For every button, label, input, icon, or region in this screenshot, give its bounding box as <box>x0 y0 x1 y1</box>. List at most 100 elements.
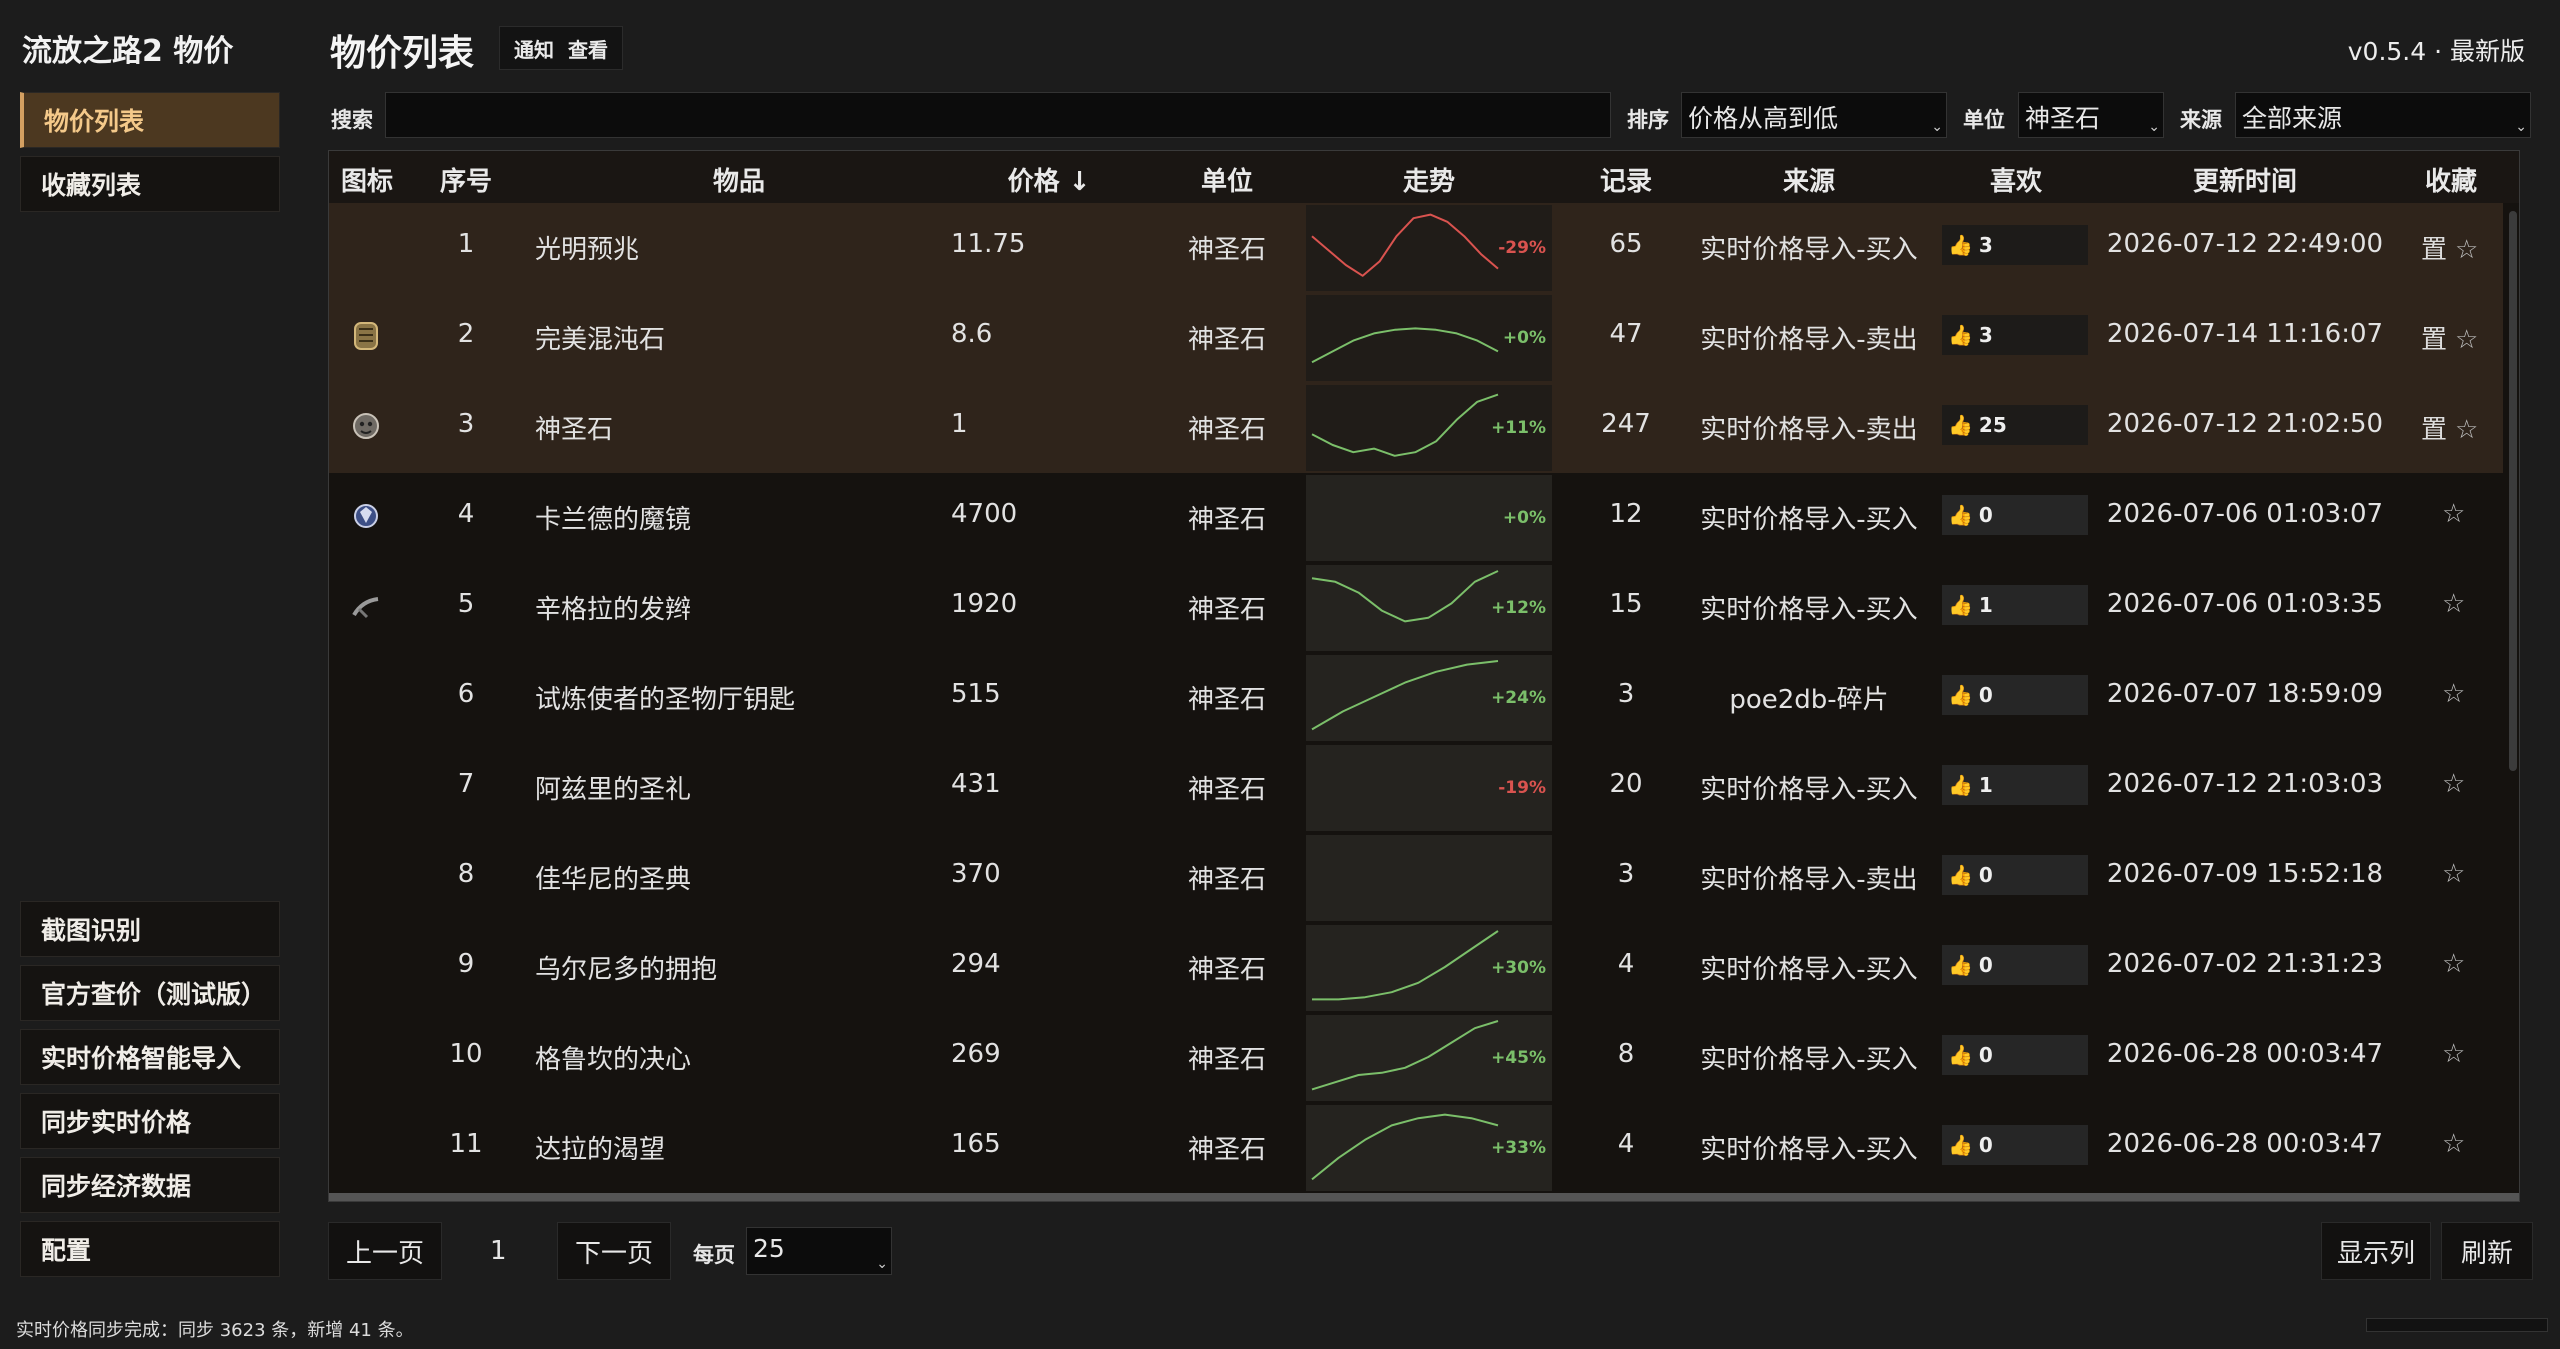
per-page-label: 每页 <box>693 1243 735 1267</box>
col-unit[interactable]: 单位 <box>1201 161 1253 198</box>
record-count: 47 <box>1609 319 1643 349</box>
next-page-button[interactable]: 下一页 <box>557 1222 671 1280</box>
item-unit: 神圣石 <box>1187 685 1267 715</box>
like-button[interactable]: 👍 0 <box>1942 945 2088 985</box>
prev-page-button[interactable]: 上一页 <box>328 1222 442 1280</box>
app-title: 流放之路2 物价 <box>22 34 234 69</box>
unit-select[interactable]: 神圣石 ⌄ <box>2018 92 2164 138</box>
pin-button[interactable]: 置 <box>2421 325 2447 355</box>
row-index: 1 <box>457 229 475 259</box>
star-icon[interactable]: ☆ <box>2455 415 2478 445</box>
trend-percent: +30% <box>1491 958 1546 978</box>
like-icon: 👍 <box>1948 1043 1973 1067</box>
col-index: 序号 <box>439 167 493 197</box>
star-icon[interactable]: ☆ <box>2455 235 2478 265</box>
price-table: 图标 序号 物品 价格 ↓ 单位 走势 记录 来源 喜欢 更新时间 收藏 1 光明… <box>328 150 2520 1202</box>
col-item[interactable]: 物品 <box>713 161 765 198</box>
table-row[interactable]: 2 完美混沌石 8.6 神圣石 +0% 47 实时价格导入-卖出 👍 3 2026-07-14 1… <box>329 293 2503 383</box>
item-name[interactable]: 辛格拉的发辫 <box>535 589 691 626</box>
trend-polyline <box>1311 660 1499 731</box>
item-name[interactable]: 卡兰德的魔镜 <box>535 499 691 536</box>
col-source[interactable]: 来源 <box>1783 161 1835 198</box>
item-name[interactable]: 佳华尼的圣典 <box>535 859 691 896</box>
trend-sparkline: +33% <box>1306 1105 1552 1191</box>
nav-official-price[interactable]: 官方查价（测试版） <box>20 965 280 1021</box>
sort-select[interactable]: 价格从高到低 ⌄ <box>1681 92 1947 138</box>
pin-button[interactable]: 置 <box>2421 235 2447 265</box>
table-row[interactable]: 9 乌尔尼多的拥抱 294 神圣石 +30% 4 实时价格导入-买入 👍 0 2026-07-02… <box>329 923 2503 1013</box>
per-page-select[interactable]: 25 ⌄ <box>746 1227 892 1275</box>
item-name[interactable]: 光明预兆 <box>535 229 639 266</box>
item-unit: 神圣石 <box>1187 955 1267 985</box>
star-icon[interactable]: ☆ <box>2455 325 2478 355</box>
like-button[interactable]: 👍 25 <box>1942 405 2088 445</box>
trend-polyline <box>1312 930 1499 1001</box>
like-button[interactable]: 👍 0 <box>1942 1035 2088 1075</box>
like-button[interactable]: 👍 0 <box>1942 855 2088 895</box>
like-icon: 👍 <box>1948 503 1973 527</box>
notify-view-button[interactable]: 通知 查看 <box>499 26 623 70</box>
vertical-scrollbar[interactable] <box>2509 211 2517 771</box>
star-icon[interactable]: ☆ <box>2442 949 2465 979</box>
star-icon[interactable]: ☆ <box>2442 1039 2465 1069</box>
like-button[interactable]: 👍 1 <box>1942 765 2088 805</box>
col-updated[interactable]: 更新时间 <box>2193 161 2297 198</box>
show-columns-button[interactable]: 显示列 <box>2321 1222 2431 1280</box>
horizontal-scrollbar[interactable] <box>329 1193 2519 1201</box>
col-records[interactable]: 记录 <box>1600 161 1652 198</box>
refresh-button[interactable]: 刷新 <box>2441 1222 2533 1280</box>
star-icon[interactable]: ☆ <box>2442 1129 2465 1159</box>
trend-percent: -19% <box>1498 778 1546 798</box>
table-row[interactable]: 4 卡兰德的魔镜 4700 神圣石 +0% 12 实时价格导入-买入 👍 0 2026-07-06… <box>329 473 2503 563</box>
item-name[interactable]: 达拉的渴望 <box>535 1129 665 1166</box>
item-unit: 神圣石 <box>1187 1045 1267 1075</box>
nav-screenshot-recognize[interactable]: 截图识别 <box>20 901 280 957</box>
per-page-value: 25 <box>753 1234 785 1263</box>
like-icon: 👍 <box>1948 413 1973 437</box>
favorite-cell: ☆ <box>2442 1129 2465 1159</box>
nav-price-list[interactable]: 物价列表 <box>20 92 280 148</box>
source-label: 来源 <box>2180 108 2222 132</box>
star-icon[interactable]: ☆ <box>2442 499 2465 529</box>
table-row[interactable]: 10 格鲁坎的决心 269 神圣石 +45% 8 实时价格导入-买入 👍 0 2026-06-28… <box>329 1013 2503 1103</box>
table-row[interactable]: 5 辛格拉的发辫 1920 神圣石 +12% 15 实时价格导入-买入 👍 1 2026-07-0… <box>329 563 2503 653</box>
trend-sparkline: +24% <box>1306 655 1552 741</box>
like-count: 3 <box>1978 233 1993 257</box>
like-button[interactable]: 👍 0 <box>1942 495 2088 535</box>
source-select[interactable]: 全部来源 ⌄ <box>2235 92 2531 138</box>
chevron-down-icon: ⌄ <box>2148 119 2160 135</box>
nav-favorites[interactable]: 收藏列表 <box>20 156 280 212</box>
star-icon[interactable]: ☆ <box>2442 679 2465 709</box>
trend-percent: -29% <box>1498 238 1546 258</box>
table-row[interactable]: 7 阿兹里的圣礼 431 神圣石 -19% 20 实时价格导入-买入 👍 1 2026-07-12… <box>329 743 2503 833</box>
like-button[interactable]: 👍 0 <box>1942 675 2088 715</box>
like-button[interactable]: 👍 3 <box>1942 315 2088 355</box>
item-name[interactable]: 完美混沌石 <box>535 319 665 356</box>
like-button[interactable]: 👍 3 <box>1942 225 2088 265</box>
star-icon[interactable]: ☆ <box>2442 859 2465 889</box>
nav-sync-economy[interactable]: 同步经济数据 <box>20 1157 280 1213</box>
col-price[interactable]: 价格 ↓ <box>1008 161 1091 198</box>
star-icon[interactable]: ☆ <box>2442 769 2465 799</box>
like-button[interactable]: 👍 0 <box>1942 1125 2088 1165</box>
like-button[interactable]: 👍 1 <box>1942 585 2088 625</box>
item-name[interactable]: 神圣石 <box>535 409 613 446</box>
col-likes[interactable]: 喜欢 <box>1990 161 2042 198</box>
table-row[interactable]: 3 神圣石 1 神圣石 +11% 247 实时价格导入-卖出 👍 25 2026-07-12 21… <box>329 383 2503 473</box>
pin-button[interactable]: 置 <box>2421 415 2447 445</box>
item-name[interactable]: 试炼使者的圣物厅钥匙 <box>535 679 795 716</box>
item-name[interactable]: 格鲁坎的决心 <box>535 1039 691 1076</box>
record-count: 247 <box>1601 409 1651 439</box>
search-input[interactable] <box>385 92 1611 138</box>
table-row[interactable]: 6 试炼使者的圣物厅钥匙 515 神圣石 +24% 3 poe2db-碎片 👍 0 2026-07… <box>329 653 2503 743</box>
item-name[interactable]: 阿兹里的圣礼 <box>535 769 691 806</box>
nav-sync-realtime[interactable]: 同步实时价格 <box>20 1093 280 1149</box>
star-icon[interactable]: ☆ <box>2442 589 2465 619</box>
like-count: 0 <box>1978 953 1993 977</box>
nav-smart-import[interactable]: 实时价格智能导入 <box>20 1029 280 1085</box>
table-row[interactable]: 1 光明预兆 11.75 神圣石 -29% 65 实时价格导入-买入 👍 3 2026-07-12… <box>329 203 2503 293</box>
item-name[interactable]: 乌尔尼多的拥抱 <box>535 949 717 986</box>
nav-config[interactable]: 配置 <box>20 1221 280 1277</box>
table-row[interactable]: 11 达拉的渴望 165 神圣石 +33% 4 实时价格导入-买入 👍 0 2026-06-28 … <box>329 1103 2503 1193</box>
table-row[interactable]: 8 佳华尼的圣典 370 神圣石 3 实时价格导入-卖出 👍 0 2026-07-09 15:5… <box>329 833 2503 923</box>
